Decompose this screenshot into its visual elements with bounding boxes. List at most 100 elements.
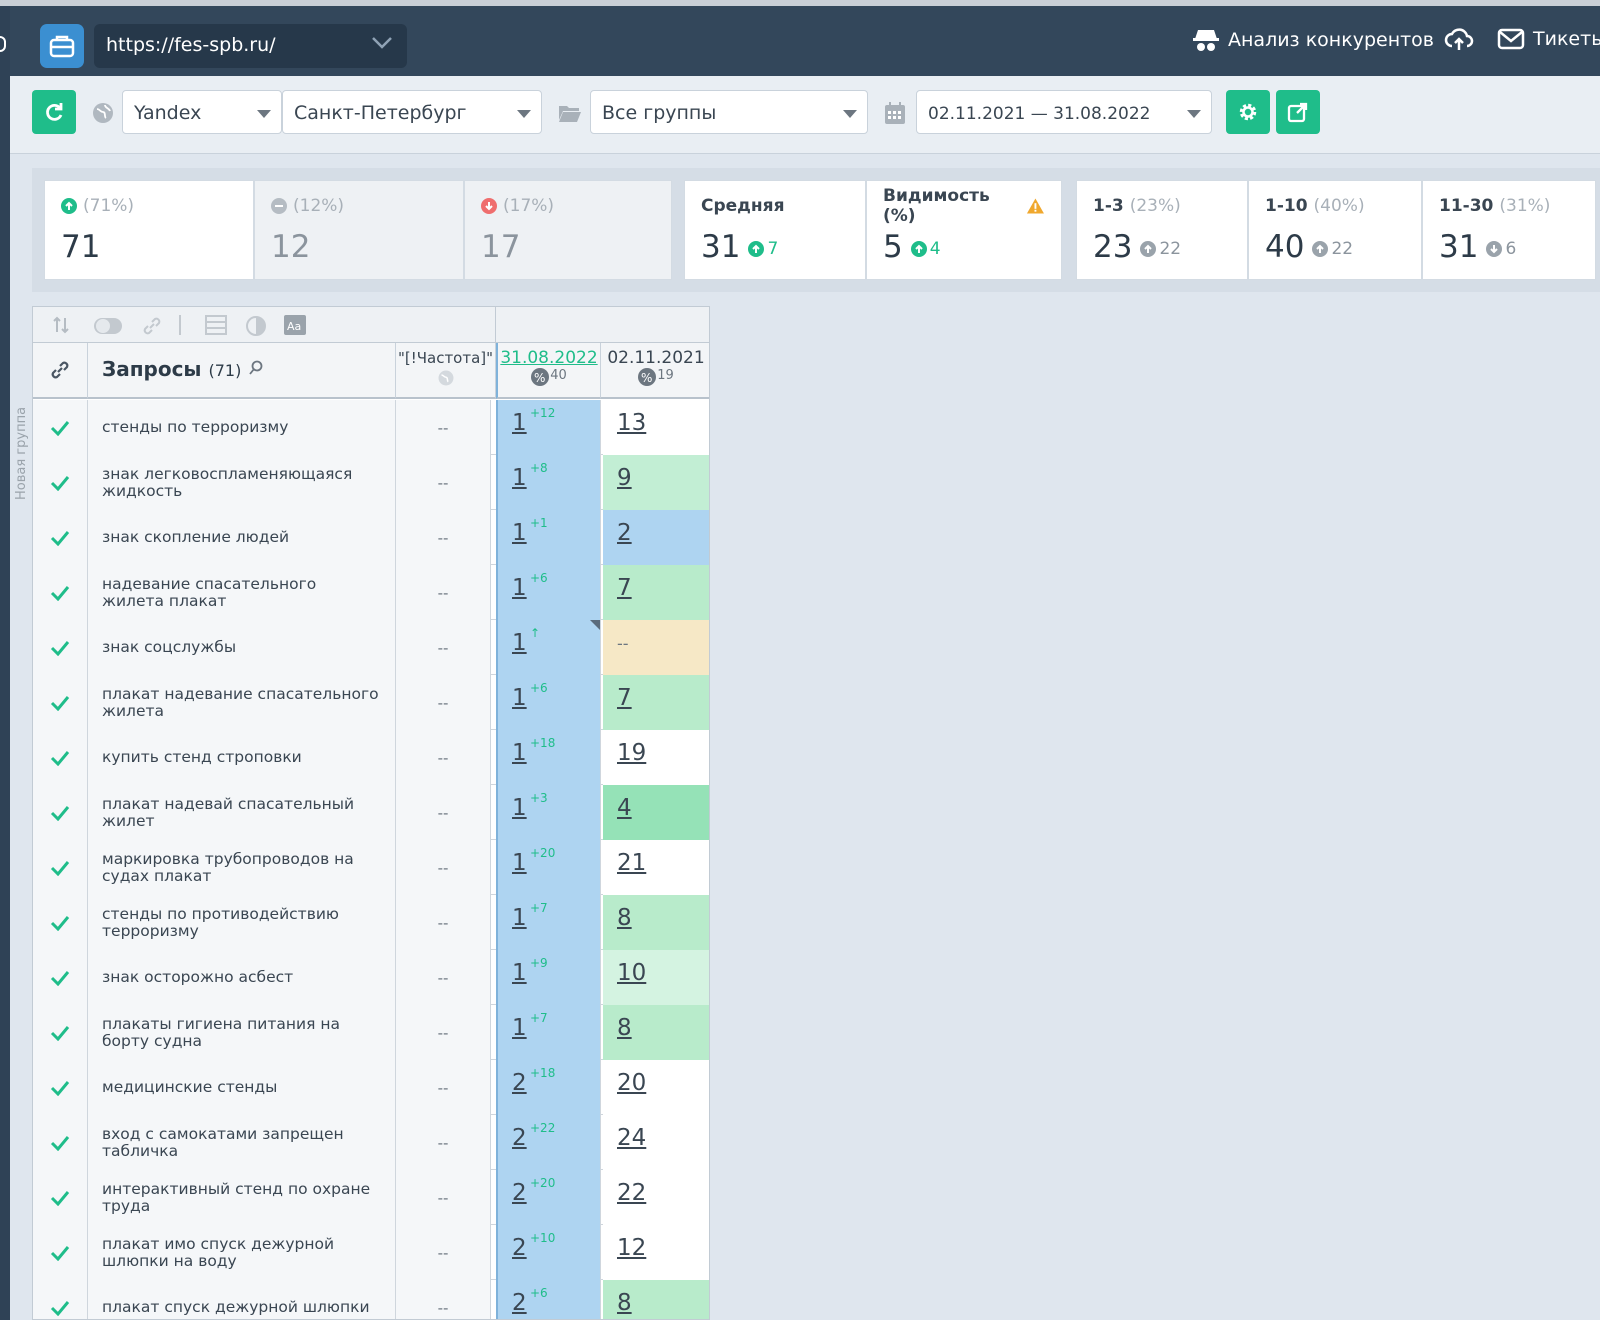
- position-current[interactable]: 1 +3: [496, 785, 601, 840]
- position-current-value[interactable]: 1: [512, 520, 527, 546]
- stat-card-down[interactable]: (17%) 17: [464, 180, 672, 280]
- row-check[interactable]: [33, 1005, 88, 1060]
- position-current-value[interactable]: 1: [512, 960, 527, 986]
- position-current-value[interactable]: 1: [512, 740, 527, 766]
- row-check[interactable]: [33, 455, 88, 510]
- position-current-value[interactable]: 1: [512, 850, 527, 876]
- row-check[interactable]: [33, 1225, 88, 1280]
- position-current-value[interactable]: 2: [512, 1125, 527, 1151]
- refresh-button[interactable]: [32, 90, 76, 134]
- stat-card-top3[interactable]: 1-3 (23%) 23 22: [1076, 180, 1248, 280]
- row-check[interactable]: [33, 400, 88, 455]
- row-check[interactable]: [33, 1280, 88, 1319]
- row-check[interactable]: [33, 1170, 88, 1225]
- row-check[interactable]: [33, 1060, 88, 1115]
- position-current[interactable]: 1 +7: [496, 895, 601, 950]
- position-previous[interactable]: 22: [603, 1170, 709, 1225]
- position-previous[interactable]: 10: [603, 950, 709, 1005]
- position-previous-value[interactable]: 4: [617, 795, 632, 821]
- position-current[interactable]: 2 +20: [496, 1170, 601, 1225]
- position-previous-value[interactable]: --: [617, 634, 629, 653]
- position-current-value[interactable]: 1: [512, 465, 527, 491]
- position-current-value[interactable]: 2: [512, 1180, 527, 1206]
- position-previous-value[interactable]: 8: [617, 1290, 632, 1316]
- position-current[interactable]: 2 +18: [496, 1060, 601, 1115]
- search-engine-select[interactable]: Yandex: [122, 90, 282, 134]
- position-previous[interactable]: 8: [603, 1005, 709, 1060]
- stat-card-up[interactable]: (71%) 71: [44, 180, 254, 280]
- position-current[interactable]: 1 +7: [496, 1005, 601, 1060]
- position-current[interactable]: 1 +12: [496, 400, 601, 455]
- position-previous-value[interactable]: 9: [617, 465, 632, 491]
- position-current[interactable]: 2 +22: [496, 1115, 601, 1170]
- contrast-icon[interactable]: [245, 315, 267, 337]
- position-previous[interactable]: 4: [603, 785, 709, 840]
- font-icon[interactable]: Aa: [283, 314, 307, 336]
- position-previous-value[interactable]: 10: [617, 960, 646, 986]
- groups-select[interactable]: Все группы: [590, 90, 868, 134]
- stat-card-top10[interactable]: 1-10 (40%) 40 22: [1248, 180, 1422, 280]
- position-previous-value[interactable]: 24: [617, 1125, 646, 1151]
- stat-card-top30[interactable]: 11-30 (31%) 31 6: [1422, 180, 1596, 280]
- header-date1[interactable]: 31.08.2022 % 40: [496, 343, 601, 399]
- position-current[interactable]: 2 +6: [496, 1280, 601, 1319]
- tickets-link[interactable]: Тикеты: [1497, 28, 1600, 50]
- row-check[interactable]: [33, 840, 88, 895]
- position-previous[interactable]: 21: [603, 840, 709, 895]
- position-previous-value[interactable]: 7: [617, 575, 632, 601]
- position-previous[interactable]: 2: [603, 510, 709, 565]
- position-current-value[interactable]: 1: [512, 630, 527, 656]
- position-current[interactable]: 2 +10: [496, 1225, 601, 1280]
- position-previous-value[interactable]: 8: [617, 905, 632, 931]
- position-current-value[interactable]: 1: [512, 575, 527, 601]
- header-queries[interactable]: Запросы (71): [88, 343, 396, 399]
- search-icon[interactable]: [248, 360, 264, 376]
- position-previous[interactable]: 19: [603, 730, 709, 785]
- position-previous-value[interactable]: 12: [617, 1235, 646, 1261]
- sidebar-toggle[interactable]: [0, 36, 6, 52]
- position-previous[interactable]: 7: [603, 565, 709, 620]
- settings-button[interactable]: [1226, 90, 1270, 134]
- position-previous-value[interactable]: 8: [617, 1015, 632, 1041]
- position-current-value[interactable]: 2: [512, 1290, 527, 1316]
- region-select[interactable]: Санкт-Петербург: [282, 90, 542, 134]
- position-previous-value[interactable]: 21: [617, 850, 646, 876]
- position-current-value[interactable]: 1: [512, 795, 527, 821]
- position-current[interactable]: 1 +20: [496, 840, 601, 895]
- site-selector[interactable]: https://fes-spb.ru/: [94, 24, 407, 68]
- row-check[interactable]: [33, 785, 88, 840]
- position-current-value[interactable]: 1: [512, 905, 527, 931]
- position-current[interactable]: 1 +18: [496, 730, 601, 785]
- position-previous[interactable]: 7: [603, 675, 709, 730]
- position-previous-value[interactable]: 20: [617, 1070, 646, 1096]
- row-check[interactable]: [33, 620, 88, 675]
- row-check[interactable]: [33, 950, 88, 1005]
- position-previous-value[interactable]: 19: [617, 740, 646, 766]
- position-previous[interactable]: 24: [603, 1115, 709, 1170]
- date-range-select[interactable]: 02.11.2021 — 31.08.2022: [916, 90, 1212, 134]
- position-previous[interactable]: 8: [603, 895, 709, 950]
- sort-icon[interactable]: [51, 315, 71, 335]
- position-current[interactable]: 1 +1: [496, 510, 601, 565]
- position-previous-value[interactable]: 2: [617, 520, 632, 546]
- header-frequency[interactable]: "[!Частота]": [396, 343, 496, 399]
- position-current[interactable]: 1 +6: [496, 675, 601, 730]
- toggle-icon[interactable]: [93, 316, 123, 336]
- position-previous[interactable]: 8: [603, 1280, 709, 1319]
- row-check[interactable]: [33, 895, 88, 950]
- position-previous[interactable]: 20: [603, 1060, 709, 1115]
- projects-button[interactable]: [40, 24, 84, 68]
- upload-button[interactable]: [1444, 28, 1474, 52]
- link-icon[interactable]: [141, 315, 163, 337]
- header-date2[interactable]: 02.11.2021 % 19: [601, 343, 709, 399]
- position-current[interactable]: 1 ↑: [496, 620, 601, 675]
- position-current-value[interactable]: 2: [512, 1070, 527, 1096]
- position-previous[interactable]: 9: [603, 455, 709, 510]
- row-check[interactable]: [33, 565, 88, 620]
- position-current-value[interactable]: 1: [512, 1015, 527, 1041]
- row-check[interactable]: [33, 510, 88, 565]
- position-previous[interactable]: 12: [603, 1225, 709, 1280]
- position-previous-value[interactable]: 7: [617, 685, 632, 711]
- row-check[interactable]: [33, 1115, 88, 1170]
- position-current[interactable]: 1 +9: [496, 950, 601, 1005]
